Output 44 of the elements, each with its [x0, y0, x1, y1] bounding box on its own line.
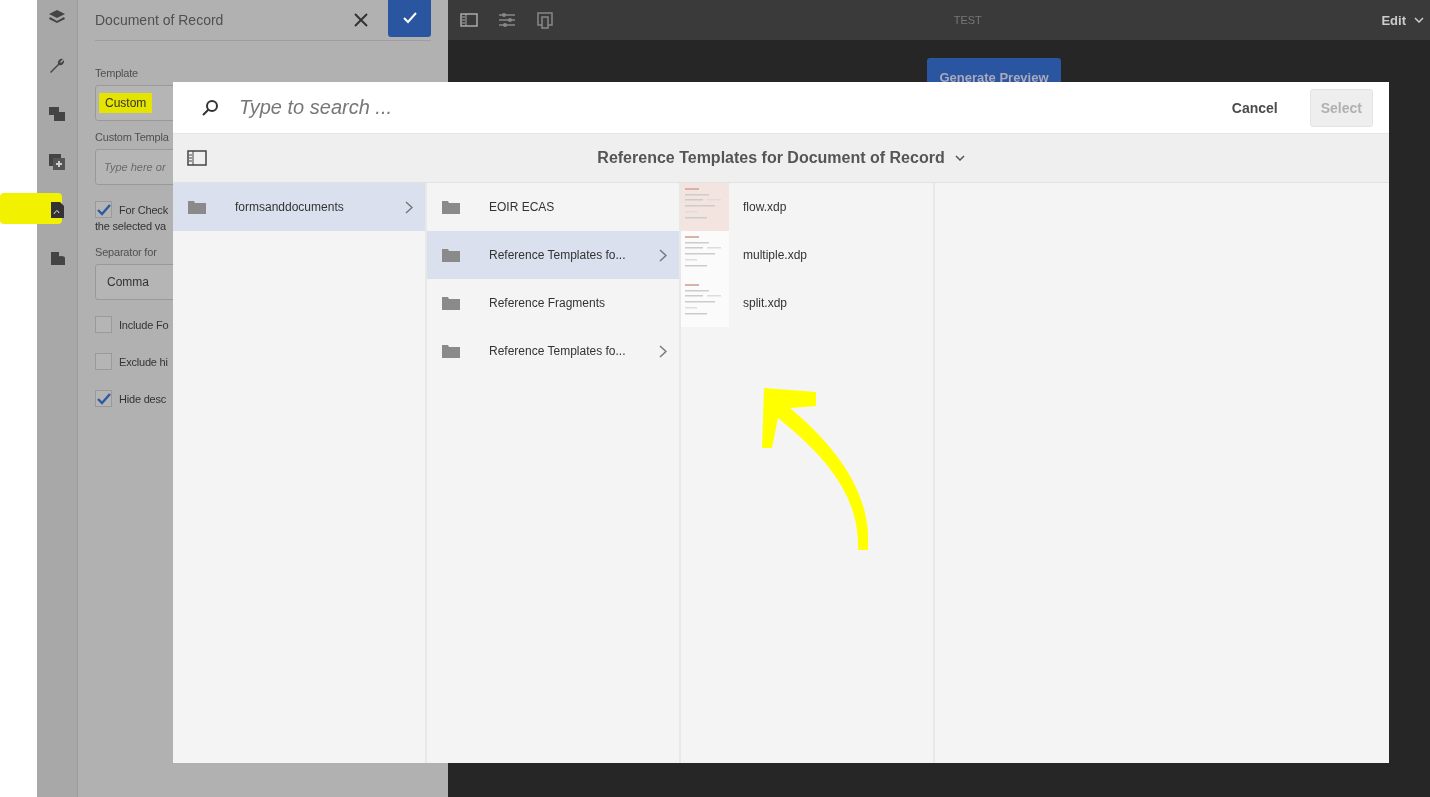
sidebar-toggle-icon[interactable] — [460, 13, 478, 27]
browser-item[interactable]: multiple.xdp — [681, 231, 933, 279]
browser-item[interactable]: flow.xdp — [681, 183, 933, 231]
page-title: TEST — [952, 14, 983, 26]
checkbox-label: Exclude hi — [119, 355, 168, 368]
checkbox[interactable] — [95, 201, 112, 218]
checkbox-label: Hide desc — [119, 392, 167, 405]
browser-item[interactable]: Reference Fragments — [427, 279, 679, 327]
browser-item[interactable]: Reference Templates fo... — [427, 231, 679, 279]
folder-title: Reference Templates for Document of Record — [597, 149, 945, 167]
browser-item[interactable]: EOIR ECAS — [427, 183, 679, 231]
devices-icon[interactable] — [536, 11, 554, 29]
search-icon — [201, 98, 219, 117]
highlight-mark — [0, 193, 62, 224]
browser-item[interactable]: Reference Templates fo... — [427, 327, 679, 375]
mode-menu[interactable]: Edit — [1381, 12, 1406, 28]
caret-icon[interactable] — [954, 155, 965, 161]
close-icon[interactable] — [354, 13, 368, 27]
checkbox[interactable] — [95, 316, 112, 333]
field-label: Custom Templa — [95, 131, 170, 143]
folder-icon — [442, 200, 460, 214]
add-page-icon[interactable] — [47, 152, 67, 172]
folder-icon — [442, 248, 460, 262]
field-label: Template — [95, 67, 140, 79]
field-label: Separator for — [95, 246, 158, 258]
folder-icon — [442, 296, 460, 310]
images-icon[interactable] — [47, 104, 67, 124]
done-button[interactable] — [388, 0, 431, 37]
folder-icon — [188, 200, 206, 214]
panel-title: Document of Record — [95, 12, 225, 28]
folder-icon — [442, 344, 460, 358]
cancel-button[interactable]: Cancel — [1225, 98, 1284, 117]
checkbox-label: For Check — [119, 203, 168, 216]
checkbox[interactable] — [95, 353, 112, 370]
checkbox-label: the selected va — [95, 220, 167, 232]
checkbox[interactable] — [95, 390, 112, 407]
search-field[interactable]: Type to search ... — [173, 82, 1208, 133]
column-view-icon[interactable] — [187, 150, 207, 166]
check-icon — [401, 11, 418, 25]
sliders-icon[interactable] — [498, 12, 516, 28]
browser-item[interactable]: split.xdp — [681, 279, 933, 327]
checkbox-label: Include Fo — [119, 318, 169, 331]
browser-item[interactable]: formsanddocuments — [173, 183, 425, 231]
search-input[interactable]: Type to search ... — [237, 95, 1208, 120]
